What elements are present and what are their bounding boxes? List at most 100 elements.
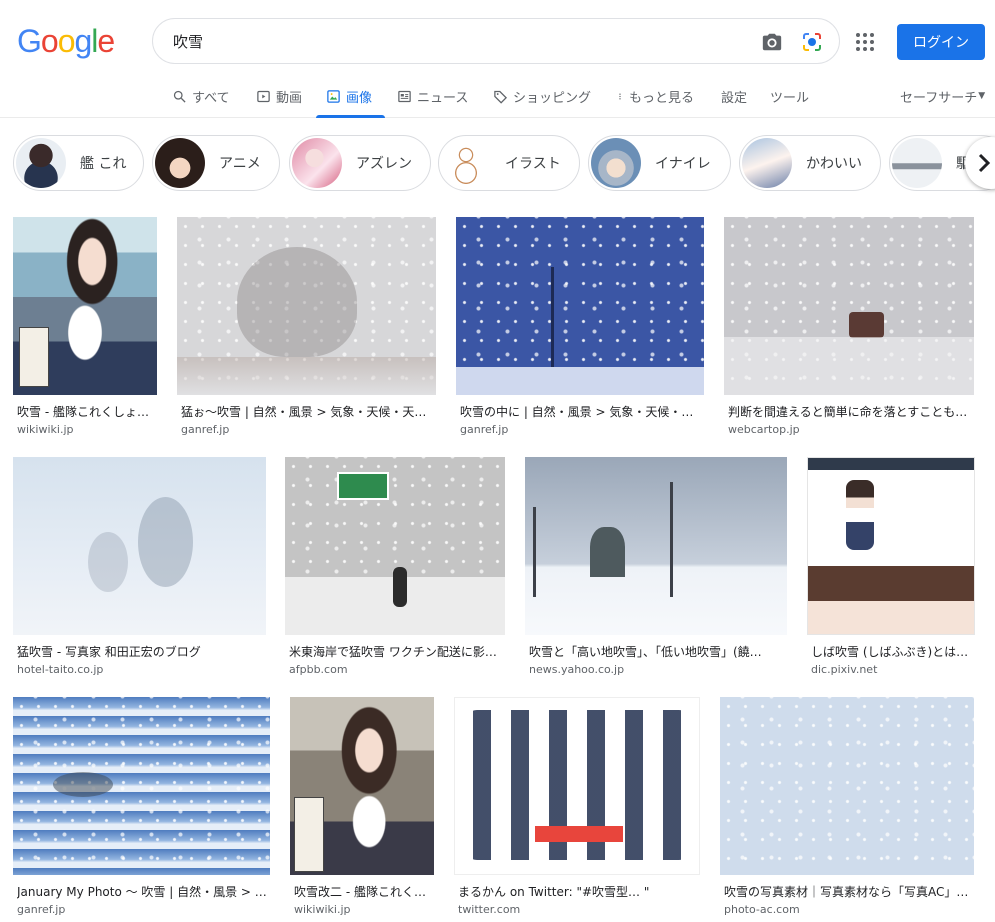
chip-thumbnail — [591, 138, 641, 188]
result-image[interactable] — [807, 457, 975, 635]
lens-icon[interactable] — [800, 30, 824, 54]
search-tabs: すべて 動画 画像 ニュース ショッピング もっと見る 設定 ツール セーフサー… — [0, 78, 995, 118]
chip-label: イナイレ — [655, 156, 711, 172]
result-source: wikiwiki.jp — [17, 423, 74, 436]
tab-shopping[interactable]: ショッピング — [493, 86, 591, 106]
chip-thumbnail — [155, 138, 205, 188]
camera-icon[interactable] — [761, 31, 783, 53]
image-result[interactable]: 猛ぉ～吹雪 | 自然・風景 > 気象・天候・天… ganref.jp — [177, 217, 436, 437]
result-image[interactable] — [13, 697, 270, 875]
result-title[interactable]: 吹雪 - 艦隊これくしょ… — [17, 403, 157, 420]
apps-grid-icon[interactable] — [856, 33, 874, 51]
result-source: ganref.jp — [460, 423, 509, 436]
result-source: afpbb.com — [289, 663, 348, 676]
result-title[interactable]: しば吹雪 (しばふぶき)とは… — [811, 643, 971, 660]
tree-shape — [551, 267, 554, 367]
result-title[interactable]: 吹雪の写真素材｜写真素材なら「写真AC」… — [724, 883, 974, 900]
image-result[interactable]: 吹雪の中に | 自然・風景 > 気象・天候・… ganref.jp — [456, 217, 704, 437]
tab-images[interactable]: 画像 — [326, 86, 372, 106]
result-source: twitter.com — [458, 903, 521, 916]
tab-label: もっと見る — [629, 90, 695, 106]
pole-shape — [533, 507, 536, 597]
result-title[interactable]: 吹雪の中に | 自然・風景 > 気象・天候・… — [460, 403, 704, 420]
result-source: hotel-taito.co.jp — [17, 663, 104, 676]
tree-shape — [138, 497, 193, 587]
chip-label: 艦 これ — [80, 156, 127, 172]
tree-shape — [53, 772, 113, 797]
result-image[interactable] — [454, 697, 700, 875]
tab-all[interactable]: すべて — [172, 86, 230, 106]
tree-shape — [88, 532, 128, 592]
chip-inazuma[interactable]: イナイレ — [588, 135, 731, 191]
image-result[interactable]: 猛吹雪 - 写真家 和田正宏のブログ hotel-taito.co.jp — [13, 457, 266, 677]
pole-shape — [670, 482, 673, 597]
chevron-right-icon — [978, 153, 991, 173]
chip-illust[interactable]: イラスト — [438, 135, 580, 191]
tab-news[interactable]: ニュース — [397, 86, 468, 106]
image-result[interactable]: まるかん on Twitter: "#吹雪型… " twitter.com — [454, 697, 700, 917]
result-image[interactable] — [13, 457, 266, 635]
chip-kawaii[interactable]: かわいい — [739, 135, 881, 191]
tools-link[interactable]: ツール — [770, 86, 809, 106]
result-title[interactable]: 判断を間違えると簡単に命を落とすことも… — [728, 403, 974, 420]
tab-videos[interactable]: 動画 — [256, 86, 302, 106]
result-image[interactable] — [177, 217, 436, 395]
image-result[interactable]: 米東海岸で猛吹雪 ワクチン配送に影… afpbb.com — [285, 457, 505, 677]
result-title[interactable]: 吹雪と「高い地吹雪」、「低い地吹雪」(饒… — [529, 643, 781, 660]
chip-thumbnail — [441, 138, 491, 188]
safesearch-menu[interactable]: セーフサーチ ▼ — [900, 86, 985, 106]
result-title[interactable]: 猛吹雪 - 写真家 和田正宏のブログ — [17, 643, 266, 660]
chip-azurlane[interactable]: アズレン — [289, 135, 431, 191]
result-title[interactable]: January My Photo ～ 吹雪 | 自然・風景 > … — [17, 883, 270, 900]
chip-kancolle[interactable]: 艦 これ — [13, 135, 144, 191]
google-logo[interactable]: Google — [17, 24, 115, 58]
tree-shape — [590, 527, 625, 577]
tab-more[interactable]: もっと見る — [616, 86, 694, 106]
chip-thumbnail — [742, 138, 792, 188]
result-image[interactable] — [290, 697, 434, 875]
kanji-banner — [294, 797, 324, 872]
video-icon — [257, 90, 270, 102]
result-title[interactable]: 米東海岸で猛吹雪 ワクチン配送に影… — [289, 643, 505, 660]
chip-thumbnail — [16, 138, 66, 188]
image-result[interactable]: January My Photo ～ 吹雪 | 自然・風景 > … ganref… — [13, 697, 270, 917]
search-box[interactable]: 吹雪 — [152, 18, 840, 64]
image-result[interactable]: 吹雪改二 - 艦隊これく… wikiwiki.jp — [290, 697, 434, 917]
search-input[interactable]: 吹雪 — [173, 31, 203, 52]
result-image[interactable] — [724, 217, 974, 395]
result-source: dic.pixiv.net — [811, 663, 878, 676]
result-image[interactable] — [525, 457, 787, 635]
image-result[interactable]: しば吹雪 (しばふぶき)とは… dic.pixiv.net — [807, 457, 975, 677]
image-result[interactable]: 吹雪の写真素材｜写真素材なら「写真AC」… photo-ac.com — [720, 697, 974, 917]
result-title[interactable]: 吹雪改二 - 艦隊これく… — [294, 883, 434, 900]
result-image[interactable] — [720, 697, 974, 875]
chip-label: アズレン — [356, 156, 412, 172]
result-title[interactable]: まるかん on Twitter: "#吹雪型… " — [458, 883, 700, 900]
image-result[interactable]: 判断を間違えると簡単に命を落とすことも… webcartop.jp — [724, 217, 974, 437]
safesearch-label: セーフサーチ — [900, 90, 978, 106]
person-shape — [393, 567, 407, 607]
kanji-banner — [19, 327, 49, 387]
result-source: news.yahoo.co.jp — [529, 663, 625, 676]
result-title[interactable]: 猛ぉ～吹雪 | 自然・風景 > 気象・天候・天… — [181, 403, 436, 420]
banner-shape — [535, 826, 623, 842]
result-source: ganref.jp — [181, 423, 230, 436]
image-result[interactable]: 吹雪と「高い地吹雪」、「低い地吹雪」(饒… news.yahoo.co.jp — [525, 457, 787, 677]
image-result[interactable]: 吹雪 - 艦隊これくしょ… wikiwiki.jp — [13, 217, 157, 437]
tab-label: ニュース — [417, 90, 469, 106]
result-source: photo-ac.com — [724, 903, 800, 916]
result-image[interactable] — [285, 457, 505, 635]
chip-anime[interactable]: アニメ — [152, 135, 280, 191]
result-image[interactable] — [13, 217, 157, 395]
manga-panel — [808, 458, 974, 470]
chip-thumbnail — [892, 138, 942, 188]
tree-shape — [237, 247, 357, 357]
tab-label: すべて — [192, 90, 230, 106]
settings-link[interactable]: 設定 — [721, 86, 747, 106]
result-image[interactable] — [456, 217, 704, 395]
tab-label: ショッピング — [513, 90, 592, 106]
manga-panel — [808, 558, 974, 634]
login-button[interactable]: ログイン — [897, 24, 985, 60]
chip-label: かわいい — [806, 156, 862, 172]
result-source: ganref.jp — [17, 903, 66, 916]
